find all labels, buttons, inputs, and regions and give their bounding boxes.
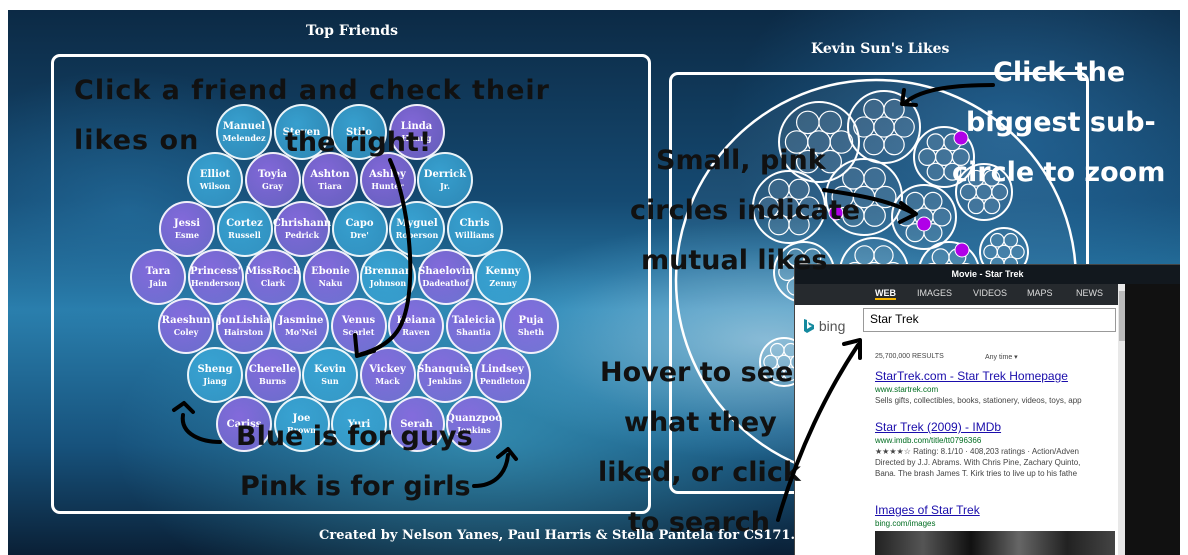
arrow-to-quanzpoo <box>472 453 510 488</box>
arrow-to-sheng <box>180 413 222 444</box>
app-canvas: Top Friends Manuel Melendez Steven Stilo Lin… <box>8 10 1180 555</box>
arrow-to-sheng-head <box>172 401 195 414</box>
arrow-to-kevin-head <box>353 333 376 358</box>
arrow-to-bing <box>776 343 860 522</box>
arrow-to-kevin <box>356 158 413 357</box>
credits-footer: Created by Nelson Yanes, Paul Harris & S… <box>319 528 796 543</box>
arrow-to-big-circle <box>904 83 995 104</box>
annotation-arrows <box>172 83 995 522</box>
arrow-to-mutual <box>822 188 915 215</box>
